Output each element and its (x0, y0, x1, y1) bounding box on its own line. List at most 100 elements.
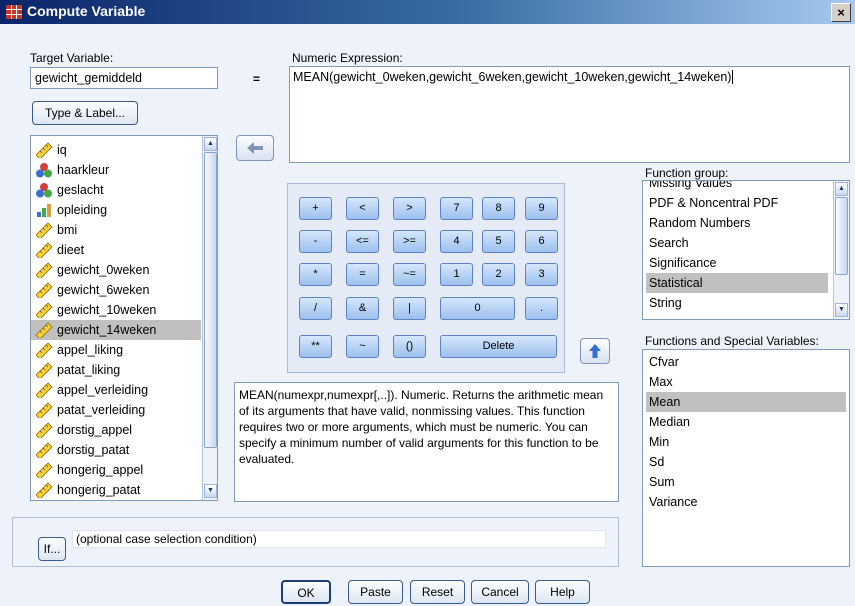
key-equals-button[interactable]: = (346, 263, 379, 286)
variable-name: geslacht (57, 183, 104, 197)
variable-item[interactable]: bmi (31, 220, 201, 240)
ok-button[interactable]: OK (281, 580, 331, 604)
scroll-down-arrow-icon[interactable]: ▼ (204, 484, 217, 498)
variable-name: bmi (57, 223, 78, 237)
close-button[interactable]: × (831, 3, 851, 22)
calculator-keypad: + < >7 8 9 - <= >= 4 5 6 * = ~= 1 2 3 /& | 0. ** ~ () Delete (287, 183, 565, 373)
function-group-scrollbar[interactable]: ▲ ▼ (833, 181, 849, 319)
variable-item[interactable]: hongerig_appel (31, 460, 201, 480)
compute-variable-dialog: Compute Variable × Target Variable: = Ty… (0, 0, 855, 606)
key-3-button[interactable]: 3 (525, 263, 558, 286)
function-group-item[interactable]: String (646, 293, 828, 313)
function-item[interactable]: Variance (646, 492, 846, 512)
help-button[interactable]: Help (535, 580, 590, 604)
key-and-button[interactable]: & (346, 297, 379, 320)
key-divide-button[interactable]: / (299, 297, 332, 320)
reset-button[interactable]: Reset (410, 580, 465, 604)
variable-item[interactable]: dorstig_appel (31, 420, 201, 440)
variable-item[interactable]: haarkleur (31, 160, 201, 180)
key-power-button[interactable]: ** (299, 335, 332, 358)
variable-name: opleiding (57, 203, 108, 217)
variable-item[interactable]: iq (31, 140, 201, 160)
variable-item[interactable]: opleiding (31, 200, 201, 220)
function-item[interactable]: Mean (646, 392, 846, 412)
functions-list[interactable]: Cfvar Max Mean Median Min Sd Sum Variance (642, 349, 850, 567)
function-group-item[interactable]: PDF & Noncentral PDF (646, 193, 828, 213)
scroll-up-arrow-icon[interactable]: ▲ (835, 182, 848, 196)
key-2-button[interactable]: 2 (482, 263, 515, 286)
ruler-icon (35, 222, 53, 238)
variable-item[interactable]: patat_verleiding (31, 400, 201, 420)
variable-item[interactable]: gewicht_10weken (31, 300, 201, 320)
ruler-icon (35, 322, 53, 338)
function-group-item[interactable]: Random Numbers (646, 213, 828, 233)
key-not-equals-button[interactable]: ~= (393, 263, 426, 286)
function-item[interactable]: Max (646, 372, 846, 392)
cancel-button[interactable]: Cancel (471, 580, 529, 604)
function-item[interactable]: Sum (646, 472, 846, 492)
key-decimal-button[interactable]: . (525, 297, 558, 320)
function-group-item[interactable]: Search (646, 233, 828, 253)
key-plus-button[interactable]: + (299, 197, 332, 220)
key-not-button[interactable]: ~ (346, 335, 379, 358)
variable-item[interactable]: gewicht_0weken (31, 260, 201, 280)
variable-list-scrollbar[interactable]: ▲ ▼ (202, 136, 217, 500)
variable-name: dieet (57, 243, 85, 257)
function-item[interactable]: Median (646, 412, 846, 432)
variable-item[interactable]: dorstig_patat (31, 440, 201, 460)
key-or-button[interactable]: | (393, 297, 426, 320)
key-greater-equal-button[interactable]: >= (393, 230, 426, 253)
ruler-icon (35, 422, 53, 438)
variable-item[interactable]: appel_liking (31, 340, 201, 360)
function-group-list[interactable]: Missing Values PDF & Noncentral PDF Random… (642, 180, 850, 320)
key-less-than-button[interactable]: < (346, 197, 379, 220)
key-6-button[interactable]: 6 (525, 230, 558, 253)
scroll-thumb[interactable] (204, 152, 217, 448)
key-less-equal-button[interactable]: <= (346, 230, 379, 253)
key-minus-button[interactable]: - (299, 230, 332, 253)
key-5-button[interactable]: 5 (482, 230, 515, 253)
key-multiply-button[interactable]: * (299, 263, 332, 286)
move-function-up-button[interactable] (580, 338, 610, 364)
variable-item[interactable]: patat_liking (31, 360, 201, 380)
function-item[interactable]: Min (646, 432, 846, 452)
key-7-button[interactable]: 7 (440, 197, 473, 220)
function-group-item[interactable]: Missing Values (646, 181, 828, 193)
function-group-item[interactable]: Significance (646, 253, 828, 273)
scroll-down-arrow-icon[interactable]: ▼ (835, 303, 848, 317)
variable-item[interactable]: gewicht_14weken (31, 320, 201, 340)
move-to-expression-button[interactable] (236, 135, 274, 161)
numeric-expression-textarea[interactable]: MEAN(gewicht_0weken,gewicht_6weken,gewic… (289, 66, 850, 163)
key-delete-button[interactable]: Delete (440, 335, 557, 358)
text-caret (732, 70, 734, 84)
variable-item[interactable]: hongerig_patat (31, 480, 201, 500)
key-9-button[interactable]: 9 (525, 197, 558, 220)
variable-item[interactable]: gewicht_6weken (31, 280, 201, 300)
key-greater-than-button[interactable]: > (393, 197, 426, 220)
key-1-button[interactable]: 1 (440, 263, 473, 286)
function-item[interactable]: Cfvar (646, 352, 846, 372)
ruler-icon (35, 382, 53, 398)
scroll-thumb[interactable] (835, 197, 848, 275)
if-panel: If... (optional case selection condition… (12, 517, 619, 567)
scroll-up-arrow-icon[interactable]: ▲ (204, 137, 217, 151)
variable-list[interactable]: iq haarkleur geslacht opleiding bmi dieet gewi… (30, 135, 218, 501)
key-0-button[interactable]: 0 (440, 297, 515, 320)
variable-item[interactable]: dieet (31, 240, 201, 260)
key-parentheses-button[interactable]: () (393, 335, 426, 358)
equals-sign: = (253, 72, 261, 86)
function-description: MEAN(numexpr,numexpr[,..]). Numeric. Ret… (234, 382, 619, 502)
type-and-label-button[interactable]: Type & Label... (32, 101, 138, 125)
variable-item[interactable]: geslacht (31, 180, 201, 200)
window-title: Compute Variable (27, 3, 146, 19)
function-group-item[interactable]: Statistical (646, 273, 828, 293)
if-button[interactable]: If... (38, 537, 66, 561)
paste-button[interactable]: Paste (348, 580, 403, 604)
variable-item[interactable]: appel_verleiding (31, 380, 201, 400)
variable-item[interactable]: temperatuur_patat (31, 500, 201, 501)
variable-name: hongerig_appel (57, 463, 144, 477)
key-4-button[interactable]: 4 (440, 230, 473, 253)
key-8-button[interactable]: 8 (482, 197, 515, 220)
function-item[interactable]: Sd (646, 452, 846, 472)
target-variable-input[interactable] (30, 67, 218, 89)
